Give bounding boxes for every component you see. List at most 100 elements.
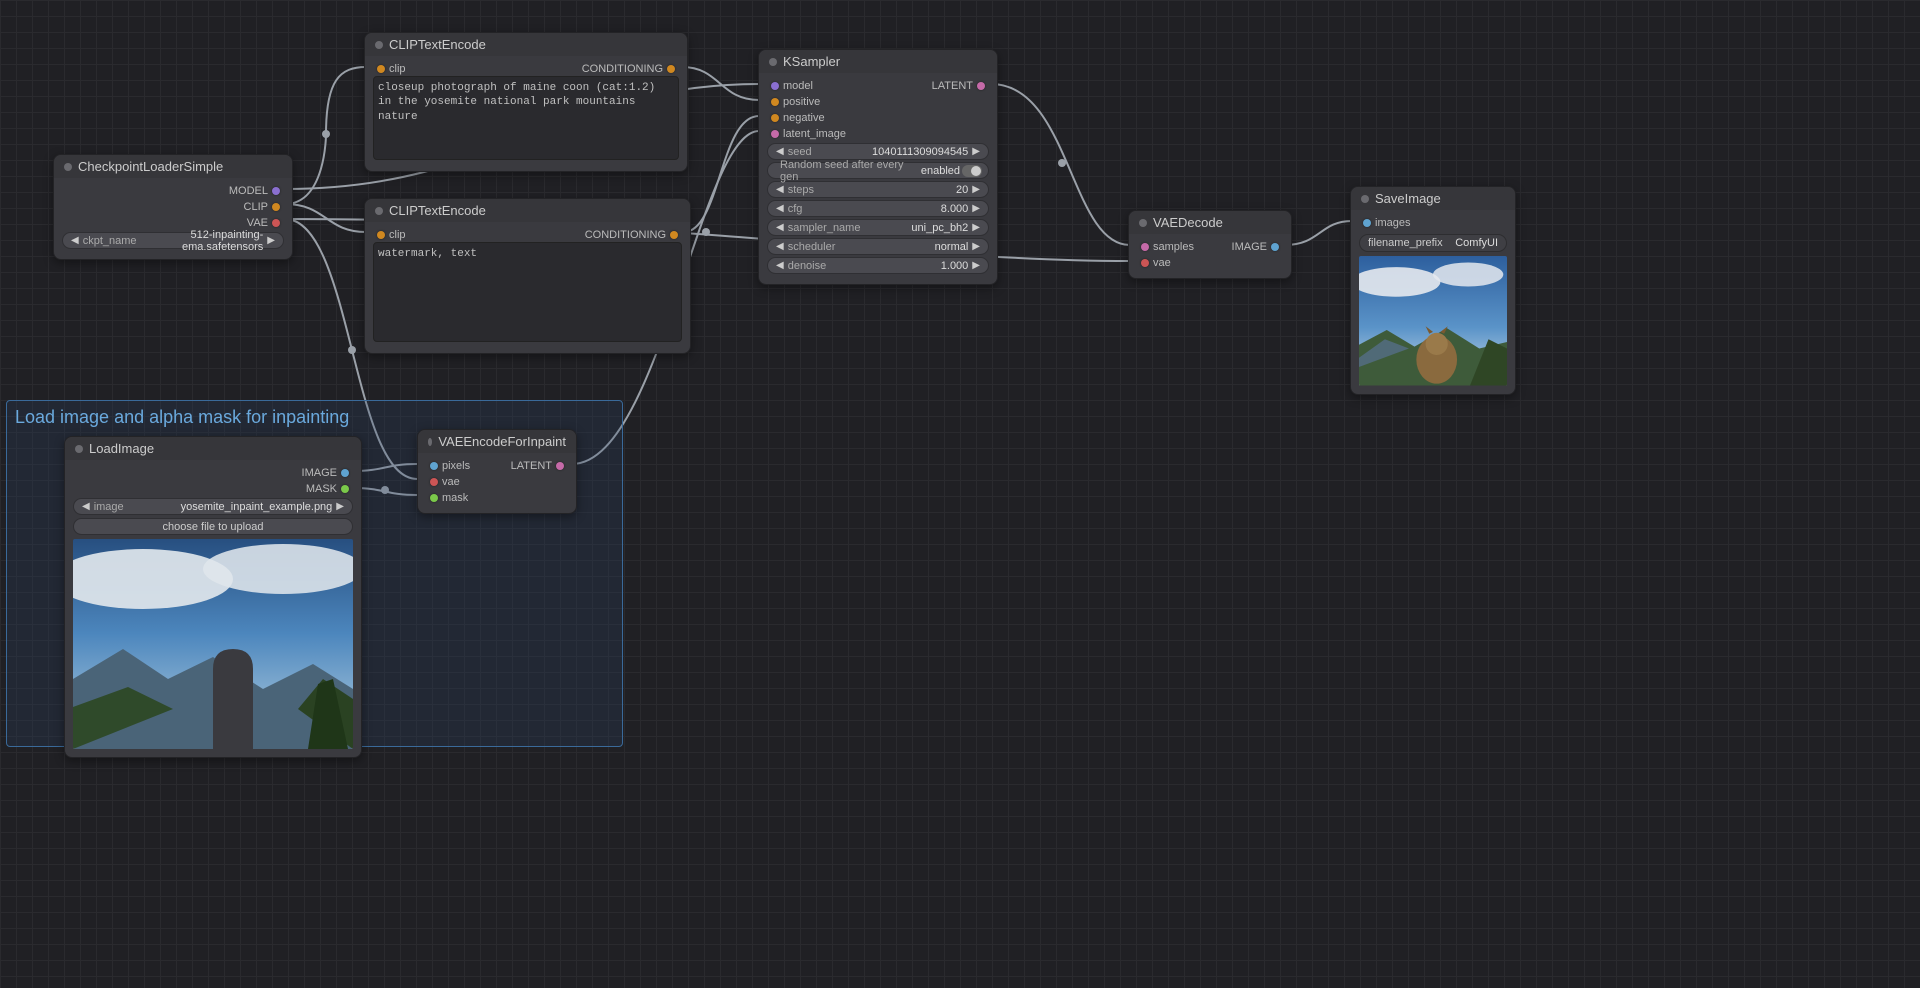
left-arrow-icon[interactable]: ◀ bbox=[774, 241, 786, 252]
scheduler-widget[interactable]: ◀schedulernormal▶ bbox=[767, 238, 989, 255]
denoise-widget[interactable]: ◀denoise1.000▶ bbox=[767, 257, 989, 274]
prompt-textarea[interactable] bbox=[373, 76, 679, 160]
node-header[interactable]: KSampler bbox=[759, 50, 997, 73]
collapse-icon[interactable] bbox=[64, 163, 72, 171]
node-title: CLIPTextEncode bbox=[389, 37, 486, 52]
output-mask-port[interactable] bbox=[341, 485, 349, 493]
output-image-port[interactable] bbox=[1271, 243, 1279, 251]
output-conditioning-port[interactable] bbox=[667, 65, 675, 73]
input-vae-port[interactable] bbox=[430, 478, 438, 486]
right-arrow-icon[interactable]: ▶ bbox=[970, 203, 982, 214]
output-clip-port[interactable] bbox=[272, 203, 280, 211]
left-arrow-icon[interactable]: ◀ bbox=[774, 184, 786, 195]
collapse-icon[interactable] bbox=[1139, 219, 1147, 227]
input-model-port[interactable] bbox=[771, 82, 779, 90]
left-arrow-icon[interactable]: ◀ bbox=[774, 260, 786, 271]
prompt-textarea[interactable] bbox=[373, 242, 682, 342]
node-load-image[interactable]: LoadImage IMAGE MASK ◀imageyosemite_inpa… bbox=[64, 436, 362, 758]
steps-widget[interactable]: ◀steps20▶ bbox=[767, 181, 989, 198]
collapse-icon[interactable] bbox=[428, 438, 432, 446]
left-arrow-icon[interactable]: ◀ bbox=[69, 235, 81, 246]
right-arrow-icon[interactable]: ▶ bbox=[265, 235, 277, 246]
node-ksampler[interactable]: KSampler modelLATENT positive negative l… bbox=[758, 49, 998, 285]
input-negative-label: negative bbox=[783, 112, 825, 124]
input-positive-label: positive bbox=[783, 96, 820, 108]
toggle-icon[interactable] bbox=[962, 165, 982, 177]
choose-file-label: choose file to upload bbox=[163, 521, 264, 533]
group-title: Load image and alpha mask for inpainting bbox=[7, 401, 622, 432]
collapse-icon[interactable] bbox=[375, 207, 383, 215]
input-latent-image-label: latent_image bbox=[783, 128, 846, 140]
left-arrow-icon[interactable]: ◀ bbox=[774, 146, 786, 157]
node-clip-negative[interactable]: CLIPTextEncode clip CONDITIONING bbox=[364, 198, 691, 354]
right-arrow-icon[interactable]: ▶ bbox=[970, 146, 982, 157]
node-header[interactable]: CheckpointLoaderSimple bbox=[54, 155, 292, 178]
cfg-widget[interactable]: ◀cfg8.000▶ bbox=[767, 200, 989, 217]
node-header[interactable]: SaveImage bbox=[1351, 187, 1515, 210]
left-arrow-icon[interactable]: ◀ bbox=[774, 222, 786, 233]
right-arrow-icon[interactable]: ▶ bbox=[334, 501, 346, 512]
sampler-value: uni_pc_bh2 bbox=[911, 222, 970, 234]
node-header[interactable]: VAEEncodeForInpaint bbox=[418, 430, 576, 453]
input-images-port[interactable] bbox=[1363, 219, 1371, 227]
sampler-name-widget[interactable]: ◀sampler_nameuni_pc_bh2▶ bbox=[767, 219, 989, 236]
output-model-port[interactable] bbox=[272, 187, 280, 195]
denoise-label: denoise bbox=[786, 260, 941, 272]
input-samples-label: samples bbox=[1153, 241, 1194, 253]
output-mask-label: MASK bbox=[306, 483, 337, 495]
output-image-port[interactable] bbox=[341, 469, 349, 477]
ckpt-name-widget[interactable]: ◀ ckpt_name 512-inpainting-ema.safetenso… bbox=[62, 232, 284, 249]
node-title: VAEDecode bbox=[1153, 215, 1223, 230]
output-latent-port[interactable] bbox=[977, 82, 985, 90]
input-vae-port[interactable] bbox=[1141, 259, 1149, 267]
output-latent-port[interactable] bbox=[556, 462, 564, 470]
seed-widget[interactable]: ◀seed1040111309094545▶ bbox=[767, 143, 989, 160]
collapse-icon[interactable] bbox=[375, 41, 383, 49]
right-arrow-icon[interactable]: ▶ bbox=[970, 260, 982, 271]
steps-label: steps bbox=[786, 184, 956, 196]
input-clip-port[interactable] bbox=[377, 231, 385, 239]
left-arrow-icon[interactable]: ◀ bbox=[80, 501, 92, 512]
scheduler-label: scheduler bbox=[786, 241, 935, 253]
output-conditioning-port[interactable] bbox=[670, 231, 678, 239]
control-after-gen-widget[interactable]: Random seed after every genenabled bbox=[767, 162, 989, 179]
input-negative-port[interactable] bbox=[771, 114, 779, 122]
input-clip-port[interactable] bbox=[377, 65, 385, 73]
right-arrow-icon[interactable]: ▶ bbox=[970, 241, 982, 252]
input-positive-port[interactable] bbox=[771, 98, 779, 106]
node-vae-encode-inpaint[interactable]: VAEEncodeForInpaint pixelsLATENT vae mas… bbox=[417, 429, 577, 514]
node-header[interactable]: CLIPTextEncode bbox=[365, 33, 687, 56]
output-conditioning-label: CONDITIONING bbox=[582, 63, 663, 75]
node-clip-positive[interactable]: CLIPTextEncode clip CONDITIONING bbox=[364, 32, 688, 172]
image-widget[interactable]: ◀imageyosemite_inpaint_example.png▶ bbox=[73, 498, 353, 515]
collapse-icon[interactable] bbox=[75, 445, 83, 453]
denoise-value: 1.000 bbox=[941, 260, 971, 272]
node-header[interactable]: CLIPTextEncode bbox=[365, 199, 690, 222]
filename-prefix-widget[interactable]: filename_prefixComfyUI bbox=[1359, 234, 1507, 252]
collapse-icon[interactable] bbox=[1361, 195, 1369, 203]
right-arrow-icon[interactable]: ▶ bbox=[970, 184, 982, 195]
left-arrow-icon[interactable]: ◀ bbox=[774, 203, 786, 214]
scheduler-value: normal bbox=[935, 241, 971, 253]
node-checkpoint-loader[interactable]: CheckpointLoaderSimple MODEL CLIP VAE ◀ … bbox=[53, 154, 293, 260]
right-arrow-icon[interactable]: ▶ bbox=[970, 222, 982, 233]
input-clip-label: clip bbox=[389, 229, 406, 241]
node-title: CheckpointLoaderSimple bbox=[78, 159, 223, 174]
node-header[interactable]: VAEDecode bbox=[1129, 211, 1291, 234]
output-vae-port[interactable] bbox=[272, 219, 280, 227]
node-vae-decode[interactable]: VAEDecode samplesIMAGE vae bbox=[1128, 210, 1292, 279]
node-save-image[interactable]: SaveImage images filename_prefixComfyUI bbox=[1350, 186, 1516, 395]
input-mask-port[interactable] bbox=[430, 494, 438, 502]
input-model-label: model bbox=[783, 80, 813, 92]
node-title: SaveImage bbox=[1375, 191, 1441, 206]
collapse-icon[interactable] bbox=[769, 58, 777, 66]
output-model-label: MODEL bbox=[229, 185, 268, 197]
input-latent-image-port[interactable] bbox=[771, 130, 779, 138]
node-header[interactable]: LoadImage bbox=[65, 437, 361, 460]
choose-file-button[interactable]: choose file to upload bbox=[73, 518, 353, 535]
filename-prefix-label: filename_prefix bbox=[1368, 237, 1443, 249]
input-samples-port[interactable] bbox=[1141, 243, 1149, 251]
input-vae-label: vae bbox=[1153, 257, 1171, 269]
input-pixels-port[interactable] bbox=[430, 462, 438, 470]
image-value: yosemite_inpaint_example.png bbox=[181, 501, 335, 513]
